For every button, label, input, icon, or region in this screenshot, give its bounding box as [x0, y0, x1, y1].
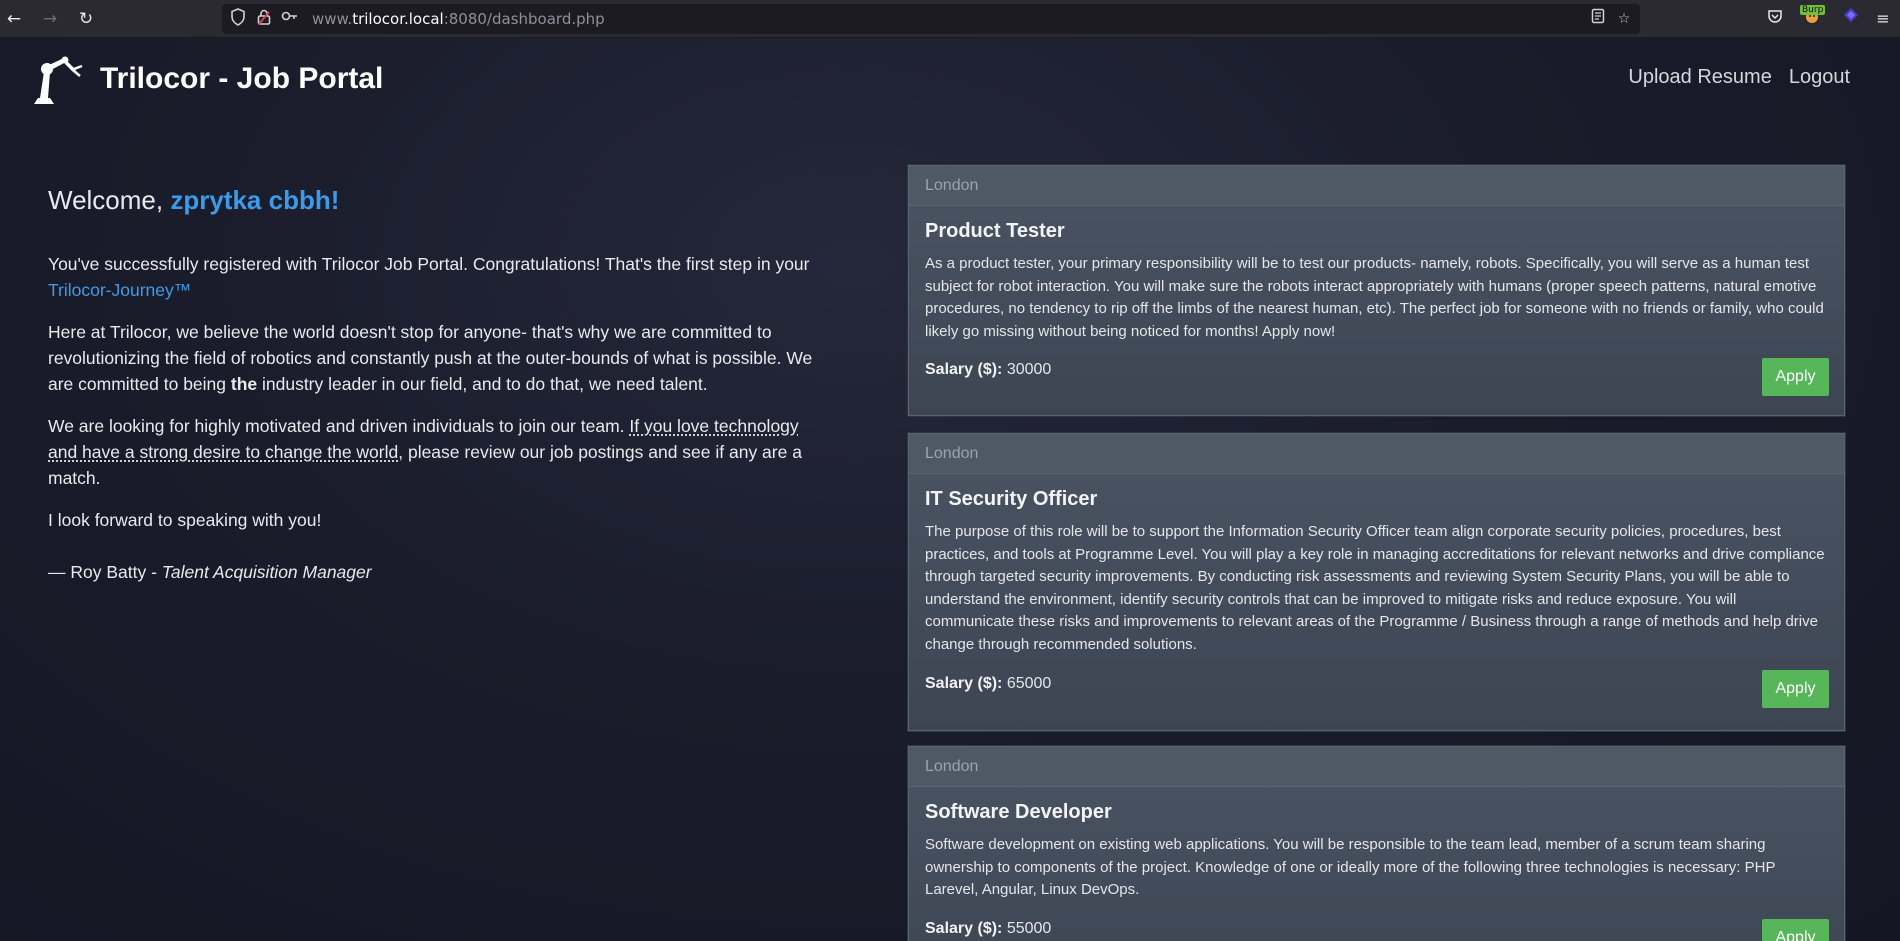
page-content: Trilocor - Job Portal Upload Resume Logo…: [0, 38, 1900, 941]
upload-resume-link[interactable]: Upload Resume: [1628, 66, 1771, 89]
back-icon[interactable]: ←: [2, 7, 26, 31]
shield-icon[interactable]: [228, 8, 248, 30]
forward-icon[interactable]: →: [38, 7, 62, 31]
url-host: trilocor.local: [352, 10, 444, 28]
job-salary: Salary ($): 30000: [925, 361, 1828, 379]
p3-text-a: We are looking for highly motivated and …: [48, 416, 630, 436]
key-icon[interactable]: [280, 8, 300, 30]
job-card-body: Software Developer Software development …: [909, 787, 1844, 941]
extension-icon[interactable]: [1838, 6, 1864, 32]
apply-button[interactable]: Apply: [1762, 919, 1829, 941]
salary-label: Salary ($):: [925, 674, 1003, 692]
salary-value: 55000: [1006, 919, 1052, 937]
reader-icon[interactable]: [1588, 8, 1608, 30]
logout-link[interactable]: Logout: [1789, 66, 1850, 89]
lock-icon[interactable]: [254, 8, 274, 30]
job-title: IT Security Officer: [925, 488, 1098, 510]
intro-section: Welcome, zprytka cbbh! You've successful…: [48, 183, 828, 601]
brand-title[interactable]: Trilocor - Job Portal: [100, 62, 383, 96]
trilocor-journey-link[interactable]: Trilocor-Journey™: [48, 280, 191, 300]
job-card-body: Product Tester As a product tester, your…: [909, 206, 1844, 415]
salary-label: Salary ($):: [925, 361, 1003, 379]
job-description: The purpose of this role will be to supp…: [925, 523, 1825, 653]
job-title: Software Developer: [925, 801, 1112, 823]
pocket-icon[interactable]: [1762, 6, 1788, 32]
job-description: Software development on existing web app…: [925, 836, 1776, 899]
job-card: London IT Security Officer The purpose o…: [908, 433, 1845, 731]
intro-paragraph-4: I look forward to speaking with you!: [48, 510, 322, 530]
job-card: London Product Tester As a product teste…: [908, 165, 1845, 416]
signature: — Roy Batty - Talent Acquisition Manager: [48, 559, 828, 585]
robot-arm-logo-icon[interactable]: [30, 52, 86, 108]
reload-icon[interactable]: ↻: [74, 7, 98, 31]
apply-button[interactable]: Apply: [1762, 670, 1829, 708]
username: zprytka cbbh!: [170, 185, 340, 215]
salary-label: Salary ($):: [925, 919, 1003, 937]
url-path: :8080/dashboard.php: [443, 10, 605, 28]
menu-icon[interactable]: ≡: [1870, 6, 1896, 32]
url-prefix: www.: [312, 10, 353, 28]
p2-text-b: industry leader in our field, and to do …: [257, 374, 708, 394]
url-bar[interactable]: www.trilocor.local:8080/dashboard.php ☆: [222, 4, 1640, 34]
star-icon[interactable]: ☆: [1614, 8, 1634, 30]
job-description: As a product tester, your primary respon…: [925, 255, 1824, 340]
welcome-prefix: Welcome,: [48, 185, 171, 215]
salary-value: 65000: [1006, 674, 1052, 692]
intro-paragraph-2: Here at Trilocor, we believe the world d…: [48, 319, 828, 397]
signature-name: — Roy Batty -: [48, 562, 162, 582]
intro-paragraph-3: We are looking for highly motivated and …: [48, 413, 828, 491]
job-title: Product Tester: [925, 220, 1065, 242]
job-location: London: [909, 747, 1844, 787]
welcome-heading: Welcome, zprytka cbbh!: [48, 183, 828, 217]
p2-bold: the: [230, 374, 258, 394]
browser-toolbar: ← → ↻ www.trilocor.local:8080/dashboard.…: [0, 0, 1900, 38]
job-location: London: [909, 166, 1844, 206]
job-card: London Software Developer Software devel…: [908, 746, 1845, 941]
top-nav: Upload Resume Logout: [1628, 66, 1850, 89]
job-location: London: [909, 434, 1844, 474]
url-text[interactable]: www.trilocor.local:8080/dashboard.php: [312, 10, 605, 28]
apply-button[interactable]: Apply: [1762, 358, 1829, 396]
burp-badge: Burp: [1800, 5, 1826, 15]
p1-text: You've successfully registered with Tril…: [48, 254, 810, 274]
job-salary: Salary ($): 55000: [925, 920, 1828, 938]
job-card-body: IT Security Officer The purpose of this …: [909, 474, 1844, 730]
signature-title: Talent Acquisition Manager: [161, 562, 372, 582]
salary-value: 30000: [1006, 361, 1052, 379]
job-salary: Salary ($): 65000: [925, 675, 1828, 693]
intro-paragraph-1: You've successfully registered with Tril…: [48, 251, 828, 303]
